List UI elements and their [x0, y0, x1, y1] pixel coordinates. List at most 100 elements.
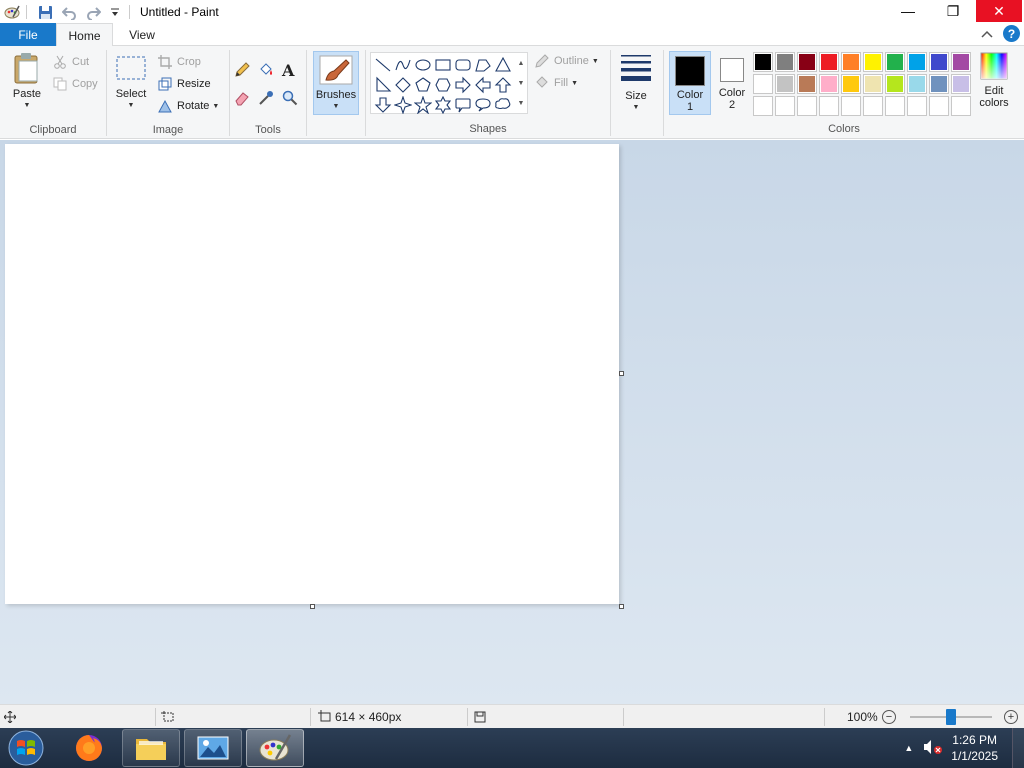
down-arrow-shape-icon[interactable]	[373, 95, 393, 115]
fill-button[interactable]: Fill ▼	[534, 73, 578, 93]
shapes-scroll[interactable]: ▲ ▼ ▼	[515, 53, 527, 113]
palette-swatch[interactable]	[841, 96, 861, 116]
tab-file[interactable]: File	[0, 23, 56, 46]
palette-swatch[interactable]	[929, 96, 949, 116]
cut-button[interactable]: Cut	[52, 52, 89, 72]
customize-quick-access-icon[interactable]	[107, 4, 123, 20]
scroll-up-icon[interactable]: ▲	[518, 60, 525, 67]
minimize-button[interactable]: —	[885, 0, 931, 22]
zoom-in-button[interactable]: +	[1004, 710, 1018, 724]
palette-swatch[interactable]	[775, 52, 795, 72]
edit-colors-button[interactable]: Edit colors	[976, 52, 1012, 109]
palette-swatch[interactable]	[753, 74, 773, 94]
right-arrow-shape-icon[interactable]	[453, 75, 473, 95]
cloud-callout-shape-icon[interactable]	[493, 95, 513, 115]
line-shape-icon[interactable]	[373, 55, 393, 75]
palette-swatch[interactable]	[951, 74, 971, 94]
rounded-callout-shape-icon[interactable]	[453, 95, 473, 115]
size-button[interactable]: Size ▼	[617, 52, 655, 114]
collapse-ribbon-icon[interactable]	[981, 27, 993, 41]
color-picker-tool[interactable]	[258, 88, 278, 108]
up-arrow-shape-icon[interactable]	[493, 75, 513, 95]
taskbar-file-explorer[interactable]	[122, 729, 180, 767]
hexagon-shape-icon[interactable]	[433, 75, 453, 95]
oval-callout-shape-icon[interactable]	[473, 95, 493, 115]
restore-button[interactable]: ❐	[930, 0, 976, 22]
resize-handle-right[interactable]	[619, 371, 624, 376]
six-point-star-shape-icon[interactable]	[433, 95, 453, 115]
palette-swatch[interactable]	[885, 74, 905, 94]
palette-swatch[interactable]	[951, 96, 971, 116]
eraser-tool[interactable]	[234, 88, 254, 108]
paint-app-icon[interactable]	[4, 4, 20, 20]
palette-swatch[interactable]	[819, 74, 839, 94]
palette-swatch[interactable]	[907, 96, 927, 116]
palette-swatch[interactable]	[907, 74, 927, 94]
show-desktop-button[interactable]	[1012, 728, 1024, 768]
palette-swatch[interactable]	[885, 96, 905, 116]
redo-icon[interactable]	[85, 4, 101, 20]
resize-button[interactable]: Resize	[157, 74, 211, 94]
palette-swatch[interactable]	[951, 52, 971, 72]
palette-swatch[interactable]	[819, 96, 839, 116]
copy-button[interactable]: Copy	[52, 74, 98, 94]
palette-swatch[interactable]	[819, 52, 839, 72]
palette-swatch[interactable]	[797, 52, 817, 72]
text-tool[interactable]: A	[282, 60, 294, 80]
outline-button[interactable]: Outline ▼	[534, 51, 599, 71]
palette-swatch[interactable]	[753, 96, 773, 116]
taskbar-firefox[interactable]	[60, 729, 118, 767]
palette-swatch[interactable]	[753, 52, 773, 72]
volume-muted-icon[interactable]	[923, 739, 943, 758]
start-button[interactable]	[5, 729, 47, 767]
polygon-shape-icon[interactable]	[473, 55, 493, 75]
zoom-out-button[interactable]: −	[882, 710, 896, 724]
palette-swatch[interactable]	[775, 96, 795, 116]
pencil-tool[interactable]	[234, 60, 254, 80]
palette-swatch[interactable]	[863, 52, 883, 72]
rounded-rectangle-shape-icon[interactable]	[453, 55, 473, 75]
resize-handle-corner[interactable]	[619, 604, 624, 609]
five-point-star-shape-icon[interactable]	[413, 95, 433, 115]
undo-icon[interactable]	[61, 4, 77, 20]
clock[interactable]: 1:26 PM 1/1/2025	[951, 732, 998, 764]
palette-swatch[interactable]	[907, 52, 927, 72]
fill-tool[interactable]	[258, 60, 278, 80]
diamond-shape-icon[interactable]	[393, 75, 413, 95]
palette-swatch[interactable]	[863, 74, 883, 94]
right-triangle-shape-icon[interactable]	[373, 75, 393, 95]
expand-gallery-icon[interactable]: ▼	[518, 100, 525, 107]
palette-swatch[interactable]	[841, 74, 861, 94]
pentagon-shape-icon[interactable]	[413, 75, 433, 95]
select-button[interactable]: Select ▼	[113, 54, 149, 112]
color2-selector[interactable]: Color 2	[713, 51, 751, 115]
taskbar-paint[interactable]	[246, 729, 304, 767]
help-button[interactable]: ?	[1003, 25, 1020, 42]
zoom-slider-thumb[interactable]	[946, 709, 956, 725]
scroll-down-icon[interactable]: ▼	[518, 80, 525, 87]
crop-button[interactable]: Crop	[157, 52, 201, 72]
palette-swatch[interactable]	[841, 52, 861, 72]
oval-shape-icon[interactable]	[413, 55, 433, 75]
tab-view[interactable]: View	[116, 23, 168, 47]
show-hidden-icons-icon[interactable]: ▲	[904, 743, 913, 753]
save-icon[interactable]	[37, 4, 53, 20]
palette-swatch[interactable]	[863, 96, 883, 116]
color1-selector[interactable]: Color 1	[669, 51, 711, 115]
paste-button[interactable]: Paste ▼	[8, 52, 46, 112]
tab-home[interactable]: Home	[56, 23, 113, 47]
palette-swatch[interactable]	[929, 52, 949, 72]
curve-shape-icon[interactable]	[393, 55, 413, 75]
triangle-shape-icon[interactable]	[493, 55, 513, 75]
rotate-button[interactable]: Rotate ▼	[157, 96, 219, 116]
close-button[interactable]: ✕	[976, 0, 1022, 22]
palette-swatch[interactable]	[797, 96, 817, 116]
drawing-canvas[interactable]	[5, 144, 619, 604]
palette-swatch[interactable]	[929, 74, 949, 94]
palette-swatch[interactable]	[797, 74, 817, 94]
palette-swatch[interactable]	[775, 74, 795, 94]
magnifier-tool[interactable]	[282, 88, 302, 108]
brushes-button[interactable]: Brushes ▼	[313, 51, 359, 115]
resize-handle-bottom[interactable]	[310, 604, 315, 609]
palette-swatch[interactable]	[885, 52, 905, 72]
